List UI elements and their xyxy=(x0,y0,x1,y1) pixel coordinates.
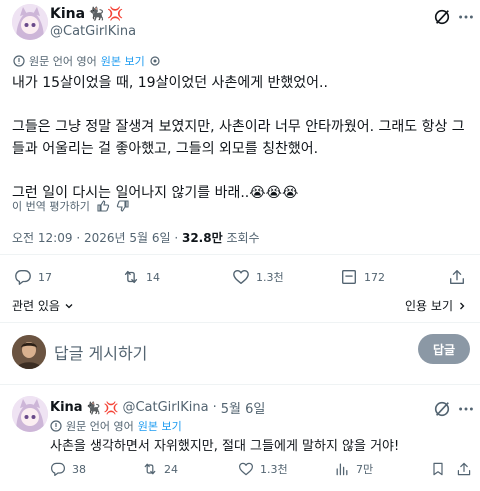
view-quotes-link[interactable]: 인용 보기 xyxy=(405,297,468,314)
translation-source-label: 원문 언어 영어 xyxy=(66,420,134,433)
rate-translation: 이 번역 평가하기 xyxy=(12,198,130,214)
grok-icon[interactable] xyxy=(432,399,452,419)
reply-actions: 38 24 1.3천 7만 xyxy=(0,461,480,481)
repost-count: 14 xyxy=(146,270,160,284)
like-icon xyxy=(233,270,249,284)
reply-input[interactable]: 답글 게시하기 xyxy=(54,340,147,364)
repost-icon xyxy=(144,463,156,475)
translate-icon xyxy=(13,55,25,67)
anger-icon: 💢 xyxy=(103,400,119,415)
author-avatar[interactable] xyxy=(12,4,48,40)
divider xyxy=(0,322,480,323)
reply-submit-button[interactable]: 답글 xyxy=(418,334,470,364)
show-original-link[interactable]: 원본 보기 xyxy=(138,418,182,434)
repost-button[interactable]: 14 xyxy=(122,268,160,286)
post-metadata: 오전 12:09 · 2026년 5월 6일 · 32.8만 조회수 xyxy=(12,231,260,245)
translate-icon xyxy=(50,420,62,432)
repost-count: 24 xyxy=(164,462,178,476)
thumbs-down-icon[interactable] xyxy=(116,199,130,213)
bookmark-button[interactable] xyxy=(430,461,446,477)
chevron-right-icon xyxy=(460,302,465,309)
cat-icon: 🐈‍⬛ xyxy=(88,6,105,22)
repost-icon xyxy=(124,270,138,284)
view-count: 7만 xyxy=(356,463,374,476)
reply-count: 38 xyxy=(72,462,86,476)
reply-icon xyxy=(15,270,31,285)
share-icon xyxy=(450,270,464,284)
reply-display-name[interactable]: Kina xyxy=(50,400,83,415)
divider xyxy=(0,254,480,255)
like-count: 1.3천 xyxy=(256,271,284,284)
author-handle[interactable]: @CatGirlKina xyxy=(50,24,136,39)
reply-text: 사촌을 생각하면서 자위했지만, 절대 그들에게 말하지 않을 거야! xyxy=(50,439,400,454)
bookmark-icon xyxy=(342,270,356,284)
reply-button[interactable]: 38 xyxy=(50,461,86,477)
more-icon[interactable] xyxy=(456,7,476,27)
views-button[interactable]: 7만 xyxy=(334,461,373,477)
view-count-label: 조회수 xyxy=(226,231,260,245)
views-icon xyxy=(336,463,348,476)
reply-button[interactable]: 17 xyxy=(14,268,52,286)
like-button[interactable]: 1.3천 xyxy=(238,461,288,477)
like-count: 1.3천 xyxy=(260,463,288,476)
sort-label: 관련 있음 xyxy=(12,299,60,313)
like-button[interactable]: 1.3천 xyxy=(232,268,284,286)
reply-icon xyxy=(51,462,65,476)
cat-icon: 🐈‍⬛ xyxy=(85,400,101,415)
reply-handle[interactable]: @CatGirlKina xyxy=(122,400,208,415)
bookmark-button[interactable]: 172 xyxy=(340,268,385,286)
view-quotes-label: 인용 보기 xyxy=(405,299,453,313)
share-button[interactable] xyxy=(448,268,466,286)
reply-author-line: Kina 🐈‍⬛ 💢 @CatGirlKina · 5월 6일 xyxy=(50,398,266,417)
reply-author-avatar[interactable] xyxy=(12,396,48,432)
bookmark-count: 172 xyxy=(364,270,385,284)
more-icon[interactable] xyxy=(456,399,476,419)
post-text: 내가 15살이었을 때, 19살이었던 사촌에게 반했었어.. 그들은 그냥 정… xyxy=(12,72,472,204)
divider xyxy=(0,384,480,385)
post-actions: 17 14 1.3천 172 xyxy=(0,268,480,288)
share-button[interactable] xyxy=(456,461,472,477)
thumbs-up-icon[interactable] xyxy=(96,199,110,213)
post-date[interactable]: 2026년 5월 6일 xyxy=(84,231,171,245)
translation-source-label: 원문 언어 영어 xyxy=(29,55,97,68)
gear-icon[interactable] xyxy=(149,55,161,67)
like-icon xyxy=(239,462,253,476)
reply-date[interactable]: 5월 6일 xyxy=(221,398,266,417)
author-name[interactable]: Kina 🐈‍⬛ 💢 xyxy=(50,6,123,22)
author-display-name[interactable]: Kina xyxy=(50,6,85,22)
sort-dropdown[interactable]: 관련 있음 xyxy=(12,297,75,314)
reply-count: 17 xyxy=(38,270,52,284)
post-time[interactable]: 오전 12:09 xyxy=(12,231,72,245)
reply-author-name[interactable]: Kina 🐈‍⬛ 💢 xyxy=(50,400,118,415)
grok-icon[interactable] xyxy=(432,7,452,27)
post-paragraph: 내가 15살이었을 때, 19살이었던 사촌에게 반했었어.. xyxy=(12,75,328,91)
anger-icon: 💢 xyxy=(107,6,124,22)
chevron-down-icon xyxy=(65,303,73,308)
share-icon xyxy=(457,462,471,476)
translation-notice: 원문 언어 영어 원본 보기 xyxy=(13,53,161,69)
rate-translation-label: 이 번역 평가하기 xyxy=(12,200,90,213)
bookmark-icon xyxy=(433,462,443,476)
view-count: 32.8만 xyxy=(181,231,223,245)
post-paragraph: 그들은 그냥 정말 잘생겨 보였지만, 사촌이라 너무 안타까웠어. 그래도 항… xyxy=(12,119,465,157)
current-user-avatar[interactable] xyxy=(12,335,46,369)
repost-button[interactable]: 24 xyxy=(142,461,178,477)
show-original-link[interactable]: 원본 보기 xyxy=(101,53,145,69)
translation-notice: 원문 언어 영어 원본 보기 xyxy=(50,418,182,434)
